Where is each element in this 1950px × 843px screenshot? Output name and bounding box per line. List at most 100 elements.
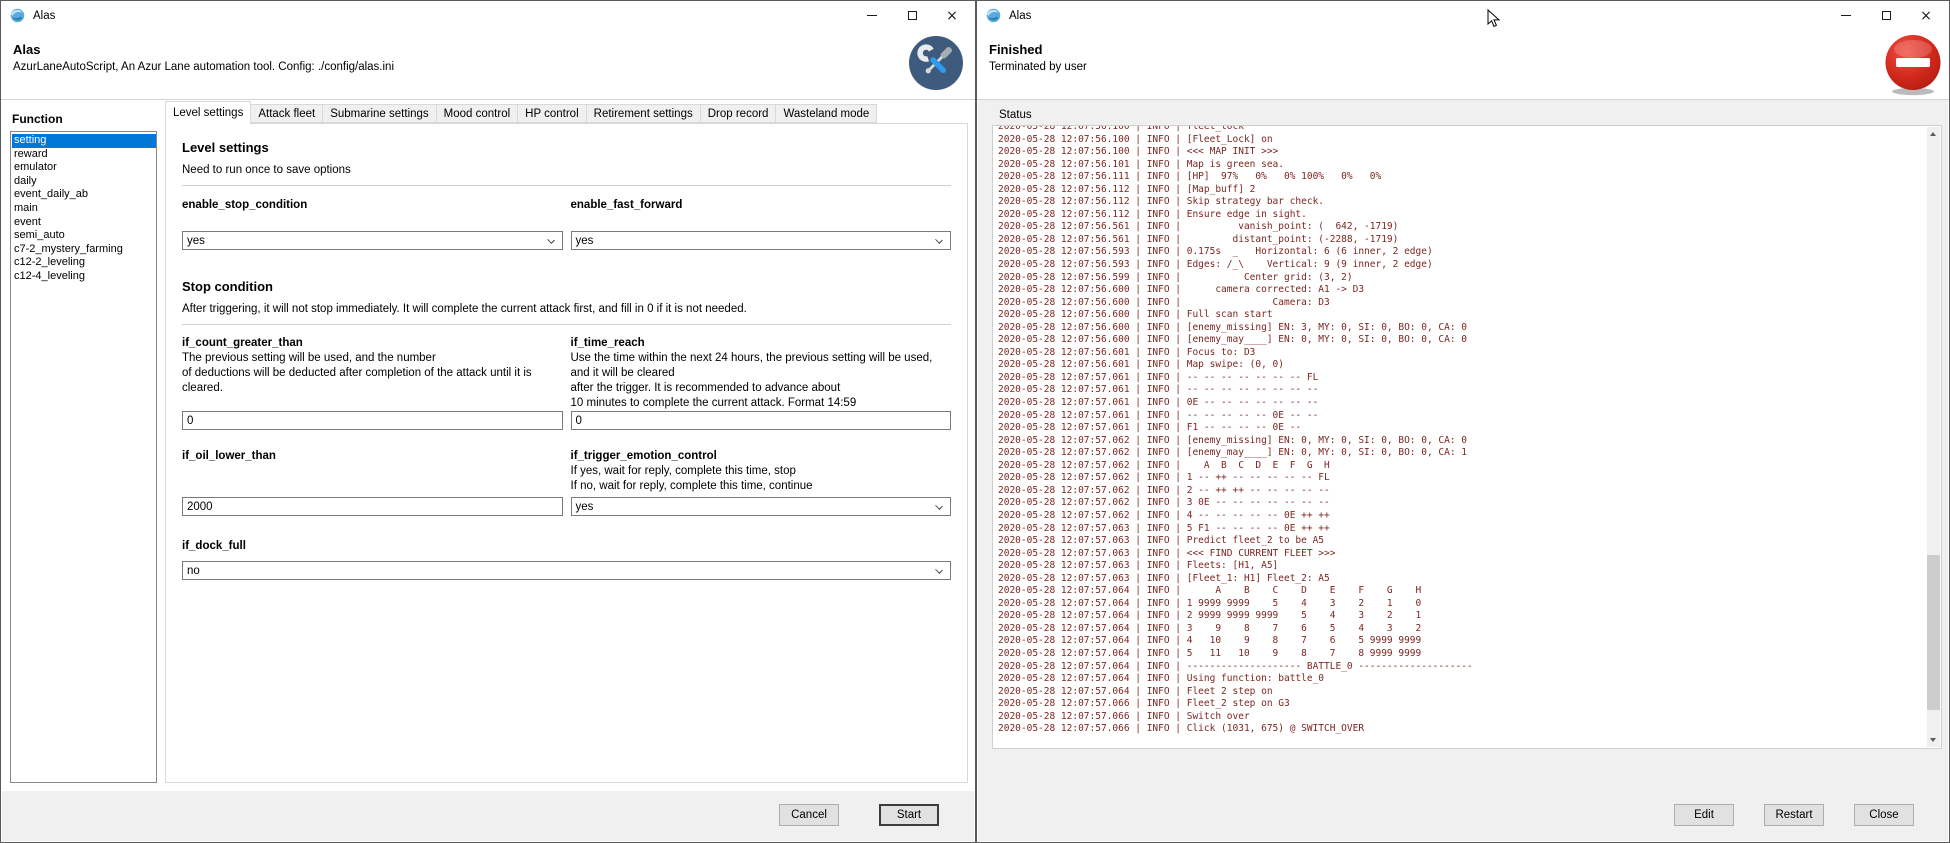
log-line: 2020-05-28 12:07:57.064 | INFO | 1 9999 … bbox=[998, 598, 1926, 611]
sidebar-item[interactable]: semi_auto bbox=[12, 229, 156, 243]
minimize-button[interactable] bbox=[1826, 1, 1866, 30]
maximize-button[interactable] bbox=[1866, 1, 1906, 30]
maximize-icon bbox=[1882, 11, 1891, 20]
tab[interactable]: Submarine settings bbox=[322, 104, 436, 123]
run-state-subtitle: Terminated by user bbox=[989, 61, 1087, 73]
log-line: 2020-05-28 12:07:56.600 | INFO | [enemy_… bbox=[998, 334, 1926, 347]
run-state-title: Finished bbox=[989, 42, 1042, 57]
left-content: Function settingrewardemulatordailyevent… bbox=[2, 100, 974, 791]
tab-strip: Level settingsAttack fleetSubmarine sett… bbox=[165, 102, 968, 123]
alas-logo-icon bbox=[986, 8, 1001, 23]
selected-value: yes bbox=[187, 235, 205, 247]
log-line: 2020-05-28 12:07:57.064 | INFO | Fleet 2… bbox=[998, 686, 1926, 699]
log-line: 2020-05-28 12:07:56.561 | INFO | distant… bbox=[998, 234, 1926, 247]
scroll-down-icon[interactable] bbox=[1930, 738, 1936, 742]
log-line: 2020-05-28 12:07:57.062 | INFO | [enemy_… bbox=[998, 435, 1926, 448]
field-label-if-oil-lower-than: if_oil_lower_than bbox=[182, 450, 563, 462]
close-window-button[interactable]: Close bbox=[1854, 804, 1914, 826]
cancel-button[interactable]: Cancel bbox=[779, 804, 839, 826]
log-line: 2020-05-28 12:07:57.062 | INFO | 3 0E --… bbox=[998, 497, 1926, 510]
log-line: 2020-05-28 12:07:57.061 | INFO | F1 -- -… bbox=[998, 422, 1926, 435]
log-line: 2020-05-28 12:07:56.111 | INFO | [HP] 97… bbox=[998, 171, 1926, 184]
enable-fast-forward-select[interactable]: yes bbox=[571, 231, 952, 250]
if-count-greater-than-input[interactable] bbox=[182, 411, 563, 430]
sidebar-item[interactable]: daily bbox=[12, 175, 156, 189]
enable-stop-condition-select[interactable]: yes bbox=[182, 231, 563, 250]
sidebar-item[interactable]: c12-4_leveling bbox=[12, 270, 156, 284]
log-line: 2020-05-28 12:07:56.112 | INFO | [Map_bu… bbox=[998, 184, 1926, 197]
if-time-reach-input[interactable] bbox=[571, 411, 952, 430]
restart-button[interactable]: Restart bbox=[1764, 804, 1824, 826]
divider bbox=[182, 185, 951, 186]
close-button[interactable]: × bbox=[1906, 1, 1946, 30]
sidebar-item[interactable]: reward bbox=[12, 148, 156, 162]
if-trigger-emotion-control-select[interactable]: yes bbox=[571, 497, 952, 516]
tab[interactable]: Level settings bbox=[165, 101, 251, 124]
sidebar-item[interactable]: setting bbox=[12, 134, 156, 148]
minimize-button[interactable] bbox=[852, 1, 892, 30]
log-line: 2020-05-28 12:07:57.062 | INFO | 1 -- ++… bbox=[998, 472, 1926, 485]
log-line: 2020-05-28 12:07:57.064 | INFO | 4 10 9 … bbox=[998, 635, 1926, 648]
function-listbox[interactable]: settingrewardemulatordailyevent_daily_ab… bbox=[10, 131, 157, 783]
if-dock-full-select[interactable]: no bbox=[182, 561, 951, 580]
maximize-icon bbox=[908, 11, 917, 20]
status-group-box: 2020-05-28 12:07:56.100 | INFO | fleet_l… bbox=[992, 125, 1942, 749]
sidebar-item[interactable]: emulator bbox=[12, 161, 156, 175]
log-scrollbar[interactable] bbox=[1927, 127, 1940, 747]
right-header: Finished Terminated by user bbox=[977, 30, 1949, 100]
tab[interactable]: Mood control bbox=[436, 104, 518, 123]
field-label-enable-stop-condition: enable_stop_condition bbox=[182, 199, 563, 211]
field-help: If yes, wait for reply, complete this ti… bbox=[571, 464, 952, 494]
log-line: 2020-05-28 12:07:57.064 | INFO | 5 11 10… bbox=[998, 648, 1926, 661]
log-line: 2020-05-28 12:07:57.062 | INFO | A B C D… bbox=[998, 460, 1926, 473]
sidebar-item[interactable]: event bbox=[12, 216, 156, 230]
tab-page-level-settings: Level settings Need to run once to save … bbox=[165, 123, 968, 783]
function-label: Function bbox=[12, 112, 63, 126]
sidebar-item[interactable]: c7-2_mystery_farming bbox=[12, 243, 156, 257]
section-heading-stop-condition: Stop condition bbox=[182, 279, 951, 294]
sidebar-item[interactable]: c12-2_leveling bbox=[12, 256, 156, 270]
log-line: 2020-05-28 12:07:57.063 | INFO | 5 F1 --… bbox=[998, 523, 1926, 536]
log-line: 2020-05-28 12:07:57.061 | INFO | -- -- -… bbox=[998, 384, 1926, 397]
field-label-if-count-greater-than: if_count_greater_than bbox=[182, 337, 563, 349]
start-button[interactable]: Start bbox=[879, 804, 939, 826]
sidebar-item[interactable]: event_daily_ab bbox=[12, 188, 156, 202]
if-oil-lower-than-input[interactable] bbox=[182, 497, 563, 516]
log-line: 2020-05-28 12:07:57.064 | INFO | 2 9999 … bbox=[998, 610, 1926, 623]
selected-value: yes bbox=[576, 501, 594, 513]
tab[interactable]: Attack fleet bbox=[250, 104, 323, 123]
log-line: 2020-05-28 12:07:57.062 | INFO | 2 -- ++… bbox=[998, 485, 1926, 498]
log-line: 2020-05-28 12:07:57.063 | INFO | Predict… bbox=[998, 535, 1926, 548]
log-line: 2020-05-28 12:07:57.061 | INFO | -- -- -… bbox=[998, 372, 1926, 385]
tab[interactable]: Drop record bbox=[700, 104, 777, 123]
log-line: 2020-05-28 12:07:56.100 | INFO | <<< MAP… bbox=[998, 146, 1926, 159]
maximize-button[interactable] bbox=[892, 1, 932, 30]
chevron-down-icon bbox=[935, 502, 943, 510]
close-button[interactable]: × bbox=[932, 1, 972, 30]
tab[interactable]: Wasteland mode bbox=[775, 104, 877, 123]
log-line: 2020-05-28 12:07:56.561 | INFO | vanish_… bbox=[998, 221, 1926, 234]
chevron-down-icon bbox=[935, 236, 943, 244]
edit-button[interactable]: Edit bbox=[1674, 804, 1734, 826]
field-help: Use the time within the next 24 hours, t… bbox=[571, 351, 952, 411]
log-line: 2020-05-28 12:07:57.066 | INFO | Fleet_2… bbox=[998, 698, 1926, 711]
tab[interactable]: HP control bbox=[517, 104, 586, 123]
log-line: 2020-05-28 12:07:56.600 | INFO | Full sc… bbox=[998, 309, 1926, 322]
log-line: 2020-05-28 12:07:56.600 | INFO | Camera:… bbox=[998, 297, 1926, 310]
scrollbar-thumb[interactable] bbox=[1927, 555, 1940, 710]
left-footer: Cancel Start bbox=[2, 791, 974, 841]
right-footer: Edit Restart Close bbox=[978, 791, 1948, 841]
config-title: Alas bbox=[13, 42, 40, 57]
log-line: 2020-05-28 12:07:57.064 | INFO | Using f… bbox=[998, 673, 1926, 686]
right-titlebar: Alas × bbox=[977, 1, 1949, 30]
field-label-if-trigger-emotion-control: if_trigger_emotion_control bbox=[571, 450, 952, 462]
close-icon: × bbox=[946, 9, 958, 23]
section-desc-stop-condition: After triggering, it will not stop immed… bbox=[182, 303, 951, 315]
log-line: 2020-05-28 12:07:57.064 | INFO | 3 9 8 7… bbox=[998, 623, 1926, 636]
log-line: 2020-05-28 12:07:56.101 | INFO | Map is … bbox=[998, 159, 1926, 172]
scroll-up-icon[interactable] bbox=[1930, 132, 1936, 136]
left-window: Alas × Alas AzurLaneAutoScript, An Azur … bbox=[0, 0, 976, 843]
sidebar-item[interactable]: main bbox=[12, 202, 156, 216]
divider bbox=[182, 324, 951, 325]
tab[interactable]: Retirement settings bbox=[586, 104, 701, 123]
